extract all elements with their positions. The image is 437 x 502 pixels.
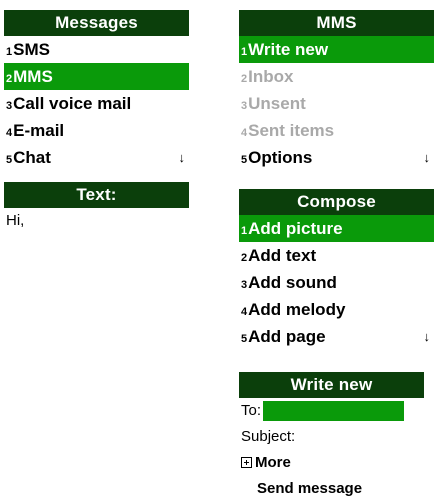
item-number: 2 (241, 73, 248, 85)
scroll-down-icon: ↓ (423, 329, 431, 344)
expand-plus-icon (241, 457, 252, 468)
item-label: Call voice mail (13, 94, 132, 113)
item-label: Options (248, 148, 313, 167)
menu-item-add-text[interactable]: 2Add text (239, 242, 434, 269)
compose-panel: Compose 1Add picture 2Add text 3Add soun… (239, 189, 434, 350)
item-number: 1 (241, 46, 248, 58)
write-new-title: Write new (239, 372, 424, 398)
menu-item-email[interactable]: 4E-mail (4, 117, 189, 144)
item-label: MMS (13, 67, 53, 86)
mms-panel: MMS 1Write new 2Inbox 3Unsent 4Sent item… (239, 10, 434, 171)
text-title: Text: (4, 182, 189, 208)
send-message-button[interactable]: Send message (239, 476, 424, 502)
item-label: Add picture (248, 219, 343, 238)
messages-panel: Messages 1SMS 2MMS 3Call voice mail 4E-m… (4, 10, 189, 171)
subject-label: Subject: (241, 428, 296, 445)
item-number: 5 (6, 154, 13, 166)
item-number: 4 (241, 306, 248, 318)
item-number: 2 (6, 73, 13, 85)
send-message-label: Send message (257, 480, 363, 497)
more-option[interactable]: More (239, 450, 424, 476)
item-label: Add text (248, 246, 317, 265)
scroll-down-icon: ↓ (178, 150, 186, 165)
message-text-area[interactable]: Hi, (4, 208, 189, 234)
item-number: 4 (6, 127, 13, 139)
item-number: 1 (6, 46, 13, 58)
menu-item-add-melody[interactable]: 4Add melody (239, 296, 434, 323)
menu-item-write-new[interactable]: 1Write new (239, 36, 434, 63)
menu-item-options[interactable]: 5Options ↓ (239, 144, 434, 171)
messages-title: Messages (4, 10, 189, 36)
to-input[interactable] (263, 401, 405, 422)
subject-field[interactable]: Subject: (239, 424, 424, 450)
menu-item-add-page[interactable]: 5Add page ↓ (239, 323, 434, 350)
menu-item-sent-items: 4Sent items (239, 117, 434, 144)
item-label: Add sound (248, 273, 337, 292)
item-number: 3 (241, 100, 248, 112)
menu-item-chat[interactable]: 5Chat ↓ (4, 144, 189, 171)
item-label: E-mail (13, 121, 65, 140)
item-number: 5 (241, 154, 248, 166)
menu-item-call-voice-mail[interactable]: 3Call voice mail (4, 90, 189, 117)
to-label: To: (241, 402, 262, 419)
menu-item-mms[interactable]: 2MMS (4, 63, 189, 90)
menu-item-inbox: 2Inbox (239, 63, 434, 90)
menu-item-unsent: 3Unsent (239, 90, 434, 117)
item-label: Add page (248, 327, 326, 346)
item-number: 3 (241, 279, 248, 291)
scroll-down-icon: ↓ (423, 150, 431, 165)
menu-item-add-sound[interactable]: 3Add sound (239, 269, 434, 296)
item-label: Write new (248, 40, 329, 59)
item-label: Chat (13, 148, 51, 167)
item-number: 1 (241, 225, 248, 237)
item-label: SMS (13, 40, 50, 59)
text-panel: Text: Hi, (4, 182, 189, 234)
item-number: 4 (241, 127, 248, 139)
item-label: Add melody (248, 300, 346, 319)
menu-item-add-picture[interactable]: 1Add picture (239, 215, 434, 242)
write-new-panel: Write new To: Subject: More Send message (239, 372, 424, 502)
item-number: 5 (241, 333, 248, 345)
item-number: 2 (241, 252, 248, 264)
item-label: Inbox (248, 67, 294, 86)
item-label: Unsent (248, 94, 306, 113)
mms-title: MMS (239, 10, 434, 36)
to-row: To: (239, 398, 424, 424)
menu-item-sms[interactable]: 1SMS (4, 36, 189, 63)
item-number: 3 (6, 100, 13, 112)
more-label: More (255, 454, 291, 471)
compose-title: Compose (239, 189, 434, 215)
item-label: Sent items (248, 121, 335, 140)
